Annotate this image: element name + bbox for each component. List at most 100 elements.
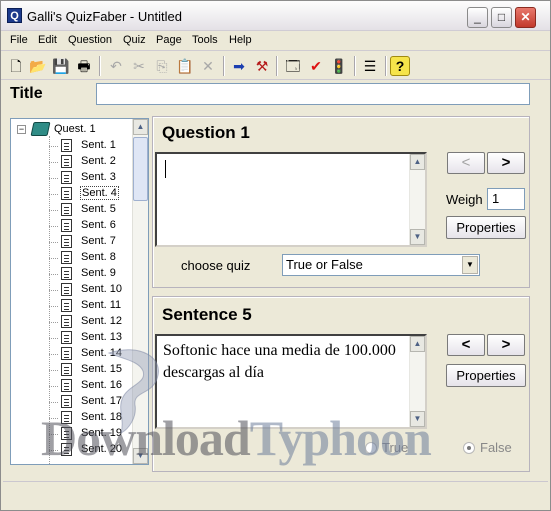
- tree-connector: [49, 162, 58, 163]
- tree-item-label: Sent. 1: [81, 139, 116, 151]
- tree-item-label: Sent. 9: [81, 267, 116, 279]
- toolbar: 🗋 📂 💾 🖶 ↶ ✂ ⎘ 📋 ✕ ➡ ⚒ 🗔 ✔ 🚦 ☰ ?: [1, 52, 550, 80]
- close-button[interactable]: ✕: [515, 7, 536, 28]
- tree-connector: [49, 322, 58, 323]
- forward-arrow-icon[interactable]: ➡: [228, 55, 250, 77]
- open-folder-icon[interactable]: 📂: [27, 55, 49, 77]
- undo-icon[interactable]: ↶: [105, 55, 127, 77]
- title-bar[interactable]: Q Galli's QuizFaber - Untitled _ □ ✕: [1, 1, 550, 31]
- app-icon: Q: [7, 8, 22, 23]
- tree-item-label: Sent. 13: [81, 331, 122, 343]
- tree-item-label: Sent. 5: [81, 203, 116, 215]
- false-radio-dot[interactable]: [463, 442, 475, 454]
- delete-icon[interactable]: ✕: [197, 55, 219, 77]
- menu-bar: File Edit Question Quiz Page Tools Help: [1, 31, 550, 51]
- document-icon: [61, 235, 72, 248]
- app-window: Q Galli's QuizFaber - Untitled _ □ ✕ Fil…: [0, 0, 551, 511]
- document-icon: [61, 267, 72, 280]
- document-icon: [61, 299, 72, 312]
- tree-connector: [49, 210, 58, 211]
- tree-connector: [49, 290, 58, 291]
- collapse-icon[interactable]: −: [17, 125, 26, 134]
- copy-icon[interactable]: ⎘: [151, 55, 173, 77]
- print-icon[interactable]: 🖶: [73, 55, 95, 77]
- document-icon: [61, 139, 72, 152]
- question-prev-button[interactable]: <: [447, 152, 485, 174]
- watermark-text-b: Typhoon: [249, 410, 432, 466]
- false-label: False: [480, 440, 512, 455]
- save-icon[interactable]: 💾: [50, 55, 72, 77]
- maximize-button[interactable]: □: [491, 7, 512, 28]
- new-document-icon[interactable]: 🗋: [5, 55, 27, 77]
- tree-connector: [49, 370, 58, 371]
- chevron-down-icon[interactable]: ▼: [462, 256, 478, 274]
- tree-item-label: Sent. 8: [81, 251, 116, 263]
- tree-connector: [49, 258, 58, 259]
- list-icon[interactable]: ☰: [359, 55, 381, 77]
- book-icon: [30, 122, 51, 136]
- document-icon: [61, 363, 72, 376]
- tree-item-label: Sent. 6: [81, 219, 116, 231]
- tree-item-label: Sent. 2: [81, 155, 116, 167]
- menu-tools[interactable]: Tools: [192, 34, 218, 46]
- document-icon: [61, 171, 72, 184]
- menu-help[interactable]: Help: [229, 34, 252, 46]
- question-text-input[interactable]: ▲ ▼: [155, 152, 427, 247]
- scroll-up-icon[interactable]: ▲: [410, 336, 425, 352]
- tree-connector: [49, 354, 58, 355]
- sentence-next-button[interactable]: >: [487, 334, 525, 356]
- paste-icon[interactable]: 📋: [174, 55, 196, 77]
- tree-connector: [49, 306, 58, 307]
- question-scrollbar[interactable]: ▲ ▼: [409, 154, 425, 245]
- check-icon[interactable]: ✔: [305, 55, 327, 77]
- minimize-button[interactable]: _: [467, 7, 488, 28]
- question-heading: Question 1: [162, 123, 250, 142]
- help-icon[interactable]: ?: [390, 56, 410, 76]
- tree-item-label: Sent. 4: [80, 186, 119, 200]
- document-icon: [61, 219, 72, 232]
- menu-quiz[interactable]: Quiz: [123, 34, 146, 46]
- properties-icon[interactable]: 🗔: [282, 55, 304, 77]
- toolbar-separator: [354, 56, 356, 76]
- scroll-up-icon[interactable]: ▲: [133, 119, 148, 135]
- sentence-text: Softonic hace una media de 100.000 desca…: [163, 342, 396, 381]
- menu-page[interactable]: Page: [156, 34, 182, 46]
- tree-connector: [49, 386, 58, 387]
- tree-connector: [49, 146, 58, 147]
- toolbar-separator: [385, 56, 387, 76]
- menu-file[interactable]: File: [10, 34, 28, 46]
- tree-root-label: Quest. 1: [54, 123, 96, 135]
- quiz-type-select[interactable]: True or False ▼: [282, 254, 480, 276]
- document-icon: [61, 347, 72, 360]
- tree-item-label: Sent. 11: [81, 299, 122, 311]
- menu-question[interactable]: Question: [68, 34, 112, 46]
- hammer-icon[interactable]: ⚒: [251, 55, 273, 77]
- tree-item-label: Sent. 10: [81, 283, 122, 295]
- question-next-button[interactable]: >: [487, 152, 525, 174]
- title-input[interactable]: [96, 83, 530, 105]
- text-cursor: [165, 160, 166, 178]
- tree-connector: [49, 274, 58, 275]
- document-icon: [61, 283, 72, 296]
- document-icon: [61, 315, 72, 328]
- scroll-up-icon[interactable]: ▲: [410, 154, 425, 170]
- choose-quiz-label: choose quiz: [181, 258, 251, 273]
- document-icon: [61, 379, 72, 392]
- document-icon: [61, 331, 72, 344]
- scroll-down-icon[interactable]: ▼: [410, 229, 425, 245]
- question-properties-button[interactable]: Properties: [446, 216, 526, 239]
- weigh-input[interactable]: 1: [487, 188, 525, 210]
- toolbar-separator: [223, 56, 225, 76]
- menu-edit[interactable]: Edit: [38, 34, 57, 46]
- scroll-thumb[interactable]: [133, 137, 148, 201]
- question-panel: Question 1 ▲ ▼ < > Weigh 1 Properties ch…: [152, 116, 530, 288]
- document-icon: [61, 395, 72, 408]
- traffic-light-icon[interactable]: 🚦: [328, 55, 350, 77]
- sentence-prev-button[interactable]: <: [447, 334, 485, 356]
- document-icon: [61, 203, 72, 216]
- sentence-properties-button[interactable]: Properties: [446, 364, 526, 387]
- document-icon: [61, 155, 72, 168]
- cut-icon[interactable]: ✂: [128, 55, 150, 77]
- document-icon: [61, 187, 72, 200]
- tree-connector: [49, 338, 58, 339]
